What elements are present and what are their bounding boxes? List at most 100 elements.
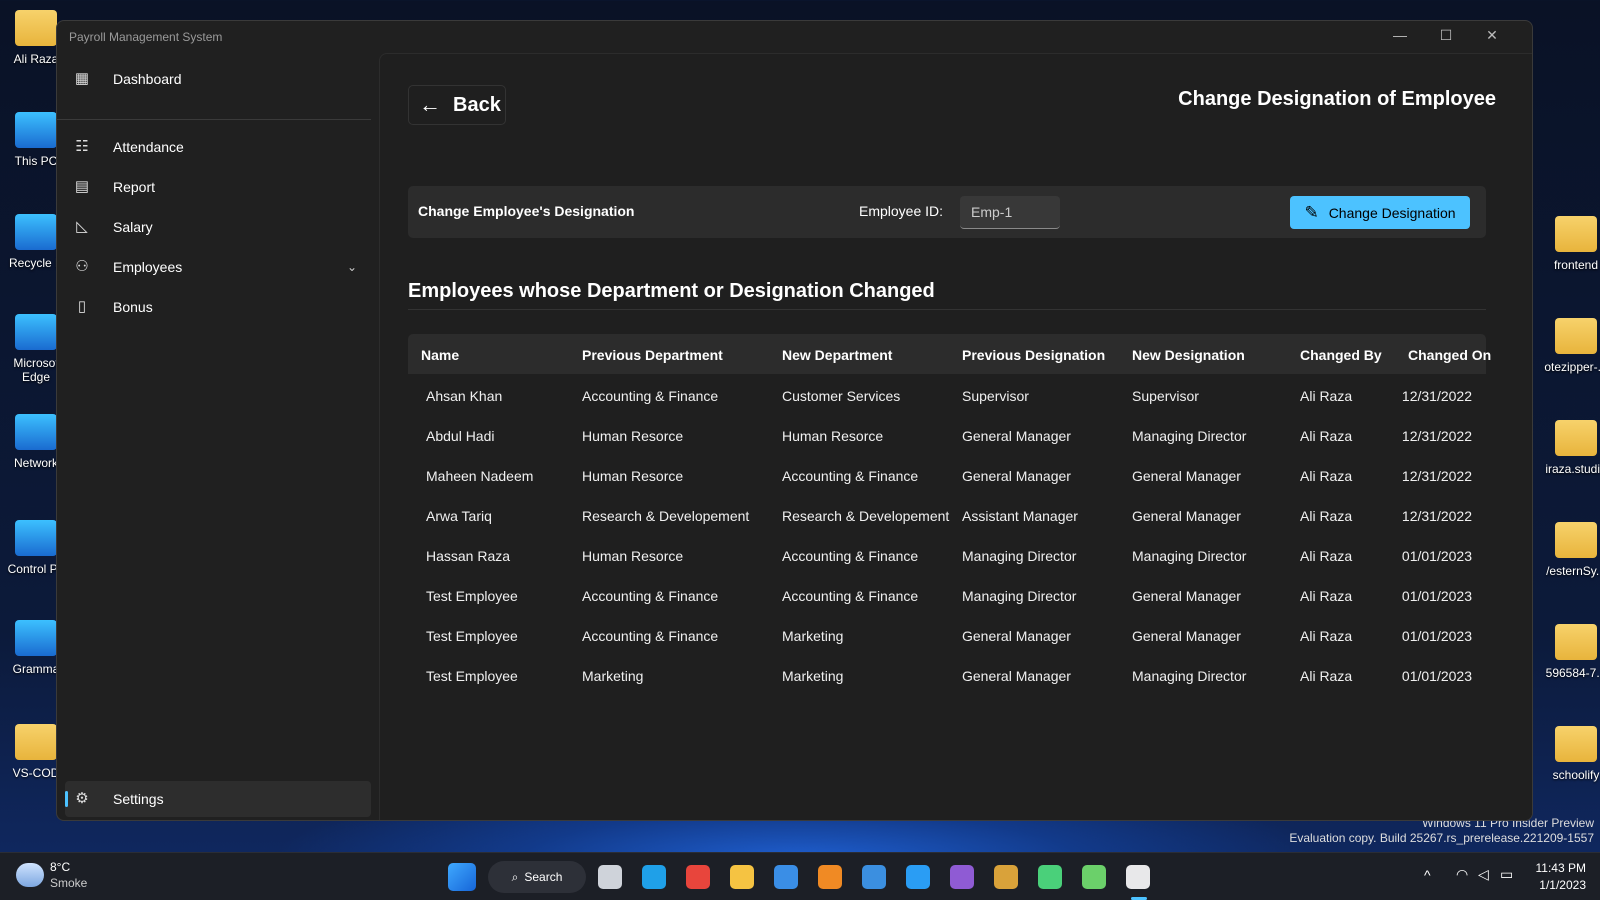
column-header[interactable]: New Department: [782, 347, 892, 363]
store-icon[interactable]: [774, 865, 798, 889]
table-cell: 01/01/2023: [1401, 548, 1472, 564]
app-2-icon[interactable]: [1082, 865, 1106, 889]
column-header[interactable]: Previous Department: [582, 347, 723, 363]
table-row[interactable]: Hassan Raza Human Resorce Accounting & Fin…: [408, 536, 1486, 576]
sublime-icon[interactable]: [818, 865, 842, 889]
volume-icon[interactable]: ◁: [1478, 866, 1489, 883]
vscode-icon[interactable]: [906, 865, 930, 889]
dashboard-icon: ▦: [74, 70, 90, 87]
desktop-icon-label: schoolify: [1552, 768, 1600, 782]
table-row[interactable]: Ahsan Khan Accounting & Finance Customer S…: [408, 376, 1486, 416]
column-header[interactable]: Name: [421, 347, 459, 363]
clock[interactable]: 11:43 PM 1/1/2023: [1536, 860, 1586, 894]
sidebar-item-report[interactable]: ▤ Report: [65, 169, 371, 205]
table-cell: Customer Services: [782, 388, 901, 404]
table-cell: 12/31/2022: [1401, 468, 1472, 484]
sidebar-item-employees[interactable]: ⚇ Employees ⌄: [65, 249, 371, 285]
table-cell: 12/31/2022: [1401, 428, 1472, 444]
table-cell: Ahsan Khan: [426, 388, 503, 404]
table-cell: Ali Raza: [1300, 548, 1353, 564]
chrome-dev-icon[interactable]: [994, 865, 1018, 889]
table-cell: Accounting & Finance: [782, 468, 919, 484]
table-header: Name Previous Department New Department Pre…: [408, 334, 1491, 374]
back-button[interactable]: ← Back: [408, 85, 506, 125]
sidebar-item-dashboard[interactable]: ▦ Dashboard: [65, 61, 371, 97]
edge-icon[interactable]: [642, 865, 666, 889]
chrome-icon[interactable]: [686, 865, 710, 889]
desktop-icon[interactable]: frontend: [1538, 216, 1600, 272]
desktop-icon-label: frontend: [1553, 258, 1599, 272]
table-cell: Research & Developement: [582, 508, 750, 524]
employees-icon: ⚇: [75, 258, 89, 275]
table-cell: 12/31/2022: [1401, 508, 1472, 524]
task-view-icon[interactable]: [598, 865, 622, 889]
desktop-icon[interactable]: iraza.studio: [1538, 420, 1600, 476]
sidebar-item-label: Settings: [113, 791, 164, 807]
column-header[interactable]: New Designation: [1132, 347, 1245, 363]
title-bar[interactable]: Payroll Management System — ☐ ✕: [57, 21, 1532, 53]
table-cell: Accounting & Finance: [582, 388, 719, 404]
table-cell: Managing Director: [1132, 428, 1247, 444]
desktop-icon[interactable]: 596584-7...: [1538, 624, 1600, 680]
sidebar-item-attendance[interactable]: ☷ Attendance: [65, 129, 371, 165]
table-row[interactable]: Test Employee Accounting & Finance Account…: [408, 576, 1486, 616]
battery-icon[interactable]: ▭: [1500, 866, 1513, 883]
weather-desc[interactable]: Smoke: [50, 876, 87, 890]
table-row[interactable]: Abdul Hadi Human Resorce Human Resorce Gene…: [408, 416, 1486, 456]
panel-title: Change Employee's Designation: [418, 203, 635, 219]
employee-id-input[interactable]: [960, 196, 1060, 229]
wifi-icon[interactable]: ◠: [1456, 866, 1468, 883]
table-row[interactable]: Test Employee Marketing Marketing General M…: [408, 656, 1486, 696]
desktop-icon-image: [15, 724, 57, 760]
close-button[interactable]: ✕: [1482, 27, 1502, 44]
table-cell: Assistant Manager: [962, 508, 1078, 524]
table-cell: Maheen Nadeem: [426, 468, 534, 484]
desktop-icon-image: [15, 10, 57, 46]
visual-studio-icon[interactable]: [950, 865, 974, 889]
column-header[interactable]: Changed By: [1300, 347, 1382, 363]
sidebar-item-settings[interactable]: ⚙ Settings: [65, 781, 371, 817]
desktop-icon[interactable]: otezipper-...: [1538, 318, 1600, 374]
start-button[interactable]: [448, 863, 476, 891]
table-cell: Marketing: [782, 628, 844, 644]
weather-icon: [16, 863, 44, 887]
main-content: ← Back Change Designation of Employee Ch…: [379, 53, 1532, 820]
change-designation-button[interactable]: ✎ Change Designation: [1290, 196, 1470, 229]
table-row[interactable]: Arwa Tariq Research & Developement Researc…: [408, 496, 1486, 536]
tray-overflow-button[interactable]: ^: [1424, 867, 1431, 883]
table-cell: Managing Director: [962, 548, 1077, 564]
desktop-icon[interactable]: schoolify: [1538, 726, 1600, 782]
table-cell: Ali Raza: [1300, 508, 1353, 524]
change-designation-panel: Change Employee's Designation Employee I…: [408, 186, 1486, 238]
search-label: Search: [524, 870, 563, 884]
section-divider: [408, 309, 1486, 310]
mail-icon[interactable]: [862, 865, 886, 889]
table-cell: Ali Raza: [1300, 588, 1353, 604]
table-row[interactable]: Test Employee Accounting & Finance Marketi…: [408, 616, 1486, 656]
folder-icon: [1555, 624, 1597, 660]
sidebar-item-bonus[interactable]: ▯ Bonus: [65, 289, 371, 325]
table-cell: Accounting & Finance: [582, 628, 719, 644]
table-cell: Ali Raza: [1300, 628, 1353, 644]
maximize-button[interactable]: ☐: [1436, 27, 1456, 44]
app-icon[interactable]: [1038, 865, 1062, 889]
table-cell: 01/01/2023: [1401, 588, 1472, 604]
table-row[interactable]: Maheen Nadeem Human Resorce Accounting & F…: [408, 456, 1486, 496]
weather-temp[interactable]: 8°C: [50, 860, 70, 874]
desktop-icon-label: 596584-7...: [1545, 666, 1600, 680]
payroll-app-icon[interactable]: [1126, 865, 1150, 889]
desktop-icon[interactable]: /esternSy...: [1538, 522, 1600, 578]
taskbar-search[interactable]: ⌕ Search: [488, 861, 586, 893]
table-cell: Accounting & Finance: [782, 548, 919, 564]
sidebar-item-label: Bonus: [113, 299, 153, 315]
page-title: Change Designation of Employee: [1178, 88, 1496, 110]
sidebar-divider: [57, 119, 371, 120]
folder-icon: [1555, 522, 1597, 558]
chevron-down-icon[interactable]: ⌄: [347, 260, 357, 274]
table-cell: Research & Developement: [782, 508, 950, 524]
file-explorer-icon[interactable]: [730, 865, 754, 889]
minimize-button[interactable]: —: [1390, 27, 1410, 43]
column-header[interactable]: Changed On: [1408, 347, 1491, 363]
column-header[interactable]: Previous Designation: [962, 347, 1105, 363]
sidebar-item-salary[interactable]: ◺ Salary: [65, 209, 371, 245]
